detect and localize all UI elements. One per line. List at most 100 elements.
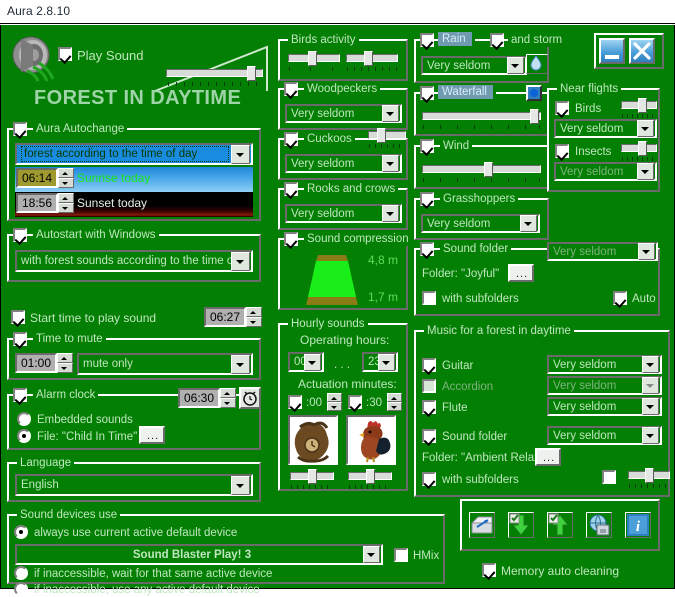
cuckoos-combo[interactable]: Very seldom [285, 154, 402, 173]
music-sound-folder-combo[interactable]: Very seldom [547, 426, 662, 445]
mute-duration-up-button[interactable] [57, 353, 73, 363]
device-wait-radio[interactable] [14, 566, 28, 580]
chevron-down-icon[interactable] [642, 427, 659, 444]
aura-mode-combo[interactable]: forest according to the time of day [15, 143, 253, 165]
music-folder-browse-button[interactable] [535, 448, 561, 466]
chevron-down-icon[interactable] [642, 377, 659, 394]
start-time-down-button[interactable] [246, 317, 262, 327]
chevron-down-icon[interactable] [520, 215, 537, 232]
sunset-time-spinner[interactable]: 18:56 [16, 193, 74, 213]
music-sound-folder-checkbox[interactable] [422, 429, 436, 443]
minute-00-checkbox[interactable] [288, 395, 302, 409]
alarm-file-radio[interactable] [17, 429, 31, 443]
chevron-down-icon[interactable] [637, 120, 654, 137]
alarm-embedded-radio[interactable] [17, 412, 31, 426]
chevron-down-icon[interactable] [382, 155, 399, 172]
woodpeckers-combo[interactable]: Very seldom [285, 104, 402, 123]
minute-30-spinner[interactable] [387, 393, 402, 411]
autostart-checkbox[interactable] [13, 228, 27, 242]
waterfall-dot-button[interactable] [526, 85, 542, 101]
play-sound-checkbox[interactable] [58, 47, 72, 61]
music-subfolders-checkbox[interactable] [422, 472, 436, 486]
minute-30-checkbox[interactable] [348, 395, 362, 409]
sunrise-time-spinner[interactable]: 06:14 [16, 168, 74, 188]
time-to-mute-checkbox[interactable] [13, 332, 27, 346]
chevron-down-icon[interactable] [382, 205, 399, 222]
sunset-time-value[interactable]: 18:56 [16, 193, 58, 213]
alarm-browse-button[interactable] [139, 426, 165, 444]
guitar-checkbox[interactable] [422, 358, 436, 372]
birds-activity-slider-2[interactable] [346, 51, 398, 73]
music-volume-slider[interactable] [628, 468, 670, 490]
accordion-combo[interactable]: Very seldom [547, 376, 662, 395]
minute-00-spinner[interactable] [327, 393, 342, 411]
rooster-image[interactable] [346, 415, 396, 465]
upload-icon[interactable] [546, 512, 573, 538]
near-birds-slider[interactable] [621, 98, 657, 120]
sound-folder-combo[interactable]: Very seldom [547, 242, 658, 261]
minimize-icon[interactable] [599, 38, 625, 64]
start-time-checkbox[interactable] [11, 310, 25, 324]
alarm-clock-icon[interactable] [239, 387, 261, 409]
alarm-time-value[interactable]: 06:30 [178, 388, 220, 408]
wind-checkbox[interactable] [420, 139, 434, 153]
info-icon[interactable]: i [625, 512, 652, 538]
sunrise-up-button[interactable] [58, 168, 74, 178]
minute-00-up[interactable] [327, 393, 342, 402]
wind-slider[interactable] [422, 162, 541, 184]
aura-autochange-checkbox[interactable] [13, 122, 27, 136]
mute-duration-spinner[interactable]: 01:00 [15, 353, 73, 373]
grasshoppers-combo[interactable]: Very seldom [421, 214, 540, 233]
sunrise-time-value[interactable]: 06:14 [16, 168, 58, 188]
alarm-clock-checkbox[interactable] [13, 388, 27, 402]
birds-activity-slider-1[interactable] [288, 51, 340, 73]
language-combo[interactable]: English [15, 474, 253, 496]
download-icon[interactable] [507, 512, 534, 538]
chevron-down-icon[interactable] [231, 144, 250, 164]
device-always-radio[interactable] [14, 525, 28, 539]
hour-to-combo[interactable]: 23 [362, 352, 398, 372]
chevron-down-icon[interactable] [231, 475, 250, 495]
chevron-down-icon[interactable] [507, 57, 524, 74]
sound-folder-checkbox[interactable] [420, 242, 434, 256]
start-time-up-button[interactable] [246, 307, 262, 317]
storm-checkbox[interactable] [490, 33, 504, 47]
mute-mode-combo[interactable]: mute only [77, 353, 253, 375]
sound-folder-browse-button[interactable] [508, 264, 534, 282]
device-combo[interactable]: Sound Blaster Play! 3 [15, 544, 383, 565]
cuckoo-clock-image[interactable] [288, 415, 338, 465]
minute-30-down[interactable] [387, 402, 402, 411]
mute-duration-down-button[interactable] [57, 363, 73, 373]
chevron-down-icon[interactable] [642, 356, 659, 373]
flute-checkbox[interactable] [422, 400, 436, 414]
hour-from-combo[interactable]: 00 [288, 352, 324, 372]
waterfall-checkbox[interactable] [420, 86, 434, 100]
near-insects-checkbox[interactable] [555, 144, 569, 158]
alarm-time-spinner[interactable]: 06:30 [178, 388, 236, 408]
cleanup-icon[interactable] [468, 512, 495, 538]
grasshoppers-checkbox[interactable] [420, 192, 434, 206]
memory-auto-cleaning-checkbox[interactable] [482, 563, 496, 577]
accordion-checkbox[interactable] [422, 379, 436, 393]
alarm-time-up-button[interactable] [220, 388, 236, 398]
mute-duration-value[interactable]: 01:00 [15, 353, 57, 373]
chevron-down-icon[interactable] [638, 243, 655, 260]
sound-compression-checkbox[interactable] [284, 232, 298, 246]
sunset-up-button[interactable] [58, 193, 74, 203]
sunrise-down-button[interactable] [58, 178, 74, 188]
rain-checkbox[interactable] [420, 33, 434, 47]
cuckoos-checkbox[interactable] [284, 132, 298, 146]
near-birds-checkbox[interactable] [555, 101, 569, 115]
sound-folder-subfolders-checkbox[interactable] [422, 291, 436, 305]
cuckoo-volume-slider[interactable] [290, 469, 334, 491]
start-time-value[interactable]: 06:27 [204, 307, 246, 327]
chevron-down-icon[interactable] [378, 353, 395, 371]
music-extra-checkbox[interactable] [602, 470, 616, 484]
woodpeckers-checkbox[interactable] [284, 82, 298, 96]
near-birds-combo[interactable]: Very seldom [554, 119, 657, 138]
rooks-combo[interactable]: Very seldom [285, 204, 402, 223]
rain-combo[interactable]: Very seldom [421, 56, 527, 75]
near-insects-slider[interactable] [621, 141, 657, 163]
chevron-down-icon[interactable] [231, 251, 250, 271]
master-volume-slider[interactable] [166, 66, 263, 88]
